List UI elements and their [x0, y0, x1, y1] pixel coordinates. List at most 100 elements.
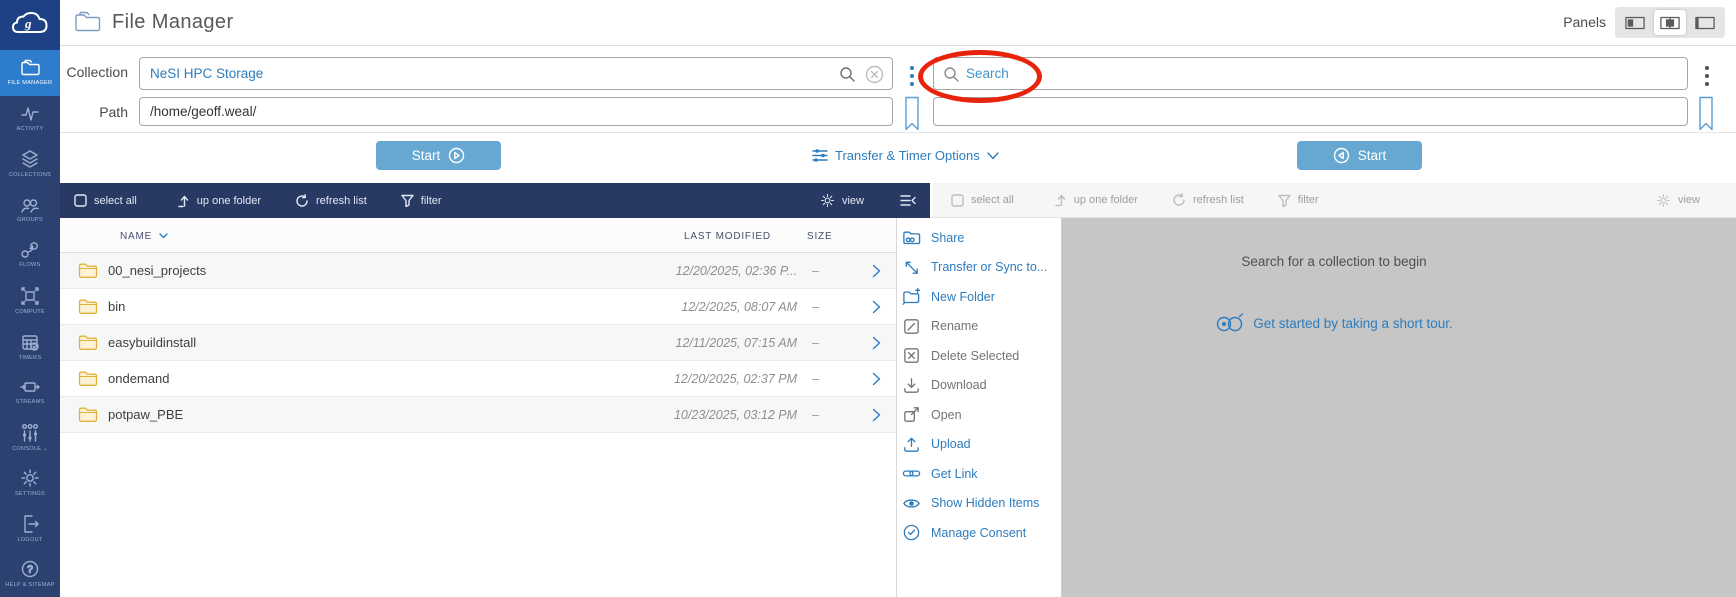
- play-right-circle-icon: [449, 147, 465, 164]
- table-row[interactable]: ondemand 12/20/2025, 02:37 PM –: [60, 361, 896, 397]
- menu-item-get-link[interactable]: Get Link: [897, 459, 1061, 489]
- tour-link[interactable]: Get started by taking a short tour.: [1209, 311, 1459, 335]
- right-path-input[interactable]: [934, 98, 1687, 125]
- menu-item-open[interactable]: Open: [897, 400, 1061, 430]
- clear-collection-icon[interactable]: [865, 65, 884, 84]
- search-icon[interactable]: [839, 66, 856, 83]
- tour-link-label: Get started by taking a short tour.: [1253, 315, 1453, 331]
- menu-item-transfer-or-sync[interactable]: Transfer or Sync to...: [897, 253, 1061, 283]
- sidebar-item-logout[interactable]: LOGOUT: [0, 506, 60, 552]
- open-icon: [904, 407, 919, 423]
- sidebar-item-compute[interactable]: COMPUTE: [0, 278, 60, 324]
- menu-item-download[interactable]: Download: [897, 371, 1061, 401]
- column-size[interactable]: SIZE: [807, 231, 832, 242]
- path-label: Path: [99, 104, 128, 120]
- console-icon: [22, 423, 38, 442]
- menu-item-label: Delete Selected: [931, 348, 1020, 363]
- view-button[interactable]: view: [1650, 192, 1706, 209]
- sidebar-item-label: LOGOUT: [17, 536, 43, 543]
- sidebar-item-collections[interactable]: COLLECTIONS: [0, 141, 60, 187]
- menu-item-upload[interactable]: Upload: [897, 430, 1061, 460]
- up-one-folder-label: up one folder: [1073, 194, 1139, 206]
- sidebar-item-groups[interactable]: GROUPS: [0, 187, 60, 233]
- globus-logo[interactable]: g: [0, 0, 60, 50]
- menu-item-label: Rename: [931, 319, 979, 334]
- right-panel-toolbar: select all up one folder refresh list fi…: [932, 183, 1736, 218]
- collapse-panel-icon[interactable]: [894, 193, 922, 208]
- last-modified: 12/2/2025, 08:07 AM: [681, 300, 797, 314]
- column-name[interactable]: NAME: [120, 231, 168, 242]
- start-button-label: Start: [411, 148, 441, 163]
- left-panel-toolbar: select all up one folder refresh list fi…: [60, 183, 930, 218]
- table-row[interactable]: potpaw_PBE 10/23/2025, 03:12 PM –: [60, 397, 896, 433]
- select-all-button[interactable]: select all: [945, 193, 1020, 208]
- start-transfer-left-button[interactable]: Start: [376, 141, 501, 170]
- filter-button[interactable]: filter: [395, 193, 448, 208]
- panel-dual-icon: [1660, 16, 1680, 29]
- folder-name: 00_nesi_projects: [108, 263, 207, 278]
- sidebar-item-label: FILE MANAGER: [7, 80, 53, 87]
- transfer-timer-options-button[interactable]: Transfer & Timer Options: [806, 141, 1005, 170]
- table-row[interactable]: easybuildinstall 12/11/2025, 07:15 AM –: [60, 325, 896, 361]
- filter-button[interactable]: filter: [1272, 193, 1325, 208]
- panels-dual-button[interactable]: [1654, 10, 1686, 35]
- path-input[interactable]: [140, 98, 892, 125]
- up-one-folder-label: up one folder: [196, 194, 262, 207]
- collection-options-kebab-icon[interactable]: [905, 62, 919, 90]
- up-one-folder-button[interactable]: up one folder: [171, 193, 267, 209]
- right-collection-search-wrapper: [933, 57, 1688, 90]
- menu-item-rename[interactable]: Rename: [897, 312, 1061, 342]
- sidebar-item-help-sitemap[interactable]: ? HELP & SITEMAP: [0, 551, 60, 597]
- logout-icon: [24, 515, 39, 533]
- collection-input[interactable]: [140, 58, 892, 89]
- start-transfer-right-button[interactable]: Start: [1297, 141, 1422, 170]
- play-left-circle-icon: [1333, 147, 1349, 164]
- refresh-list-button[interactable]: refresh list: [1166, 192, 1250, 208]
- sidebar-item-streams[interactable]: STREAMS: [0, 369, 60, 415]
- bookmark-icon[interactable]: [903, 96, 921, 132]
- menu-item-show-hidden-items[interactable]: Show Hidden Items: [897, 489, 1061, 519]
- right-collection-options-kebab-icon[interactable]: [1700, 62, 1714, 90]
- menu-item-manage-consent[interactable]: Manage Consent: [897, 518, 1061, 548]
- timers-icon: [22, 334, 39, 351]
- sidebar: g FILE MANAGER ACTIVITY COLLECTIONS GROU…: [0, 0, 60, 597]
- row-chevron-icon[interactable]: [872, 372, 881, 386]
- panels-single-right-button[interactable]: [1689, 10, 1721, 35]
- up-one-folder-button[interactable]: up one folder: [1048, 192, 1144, 208]
- table-row[interactable]: bin 12/2/2025, 08:07 AM –: [60, 289, 896, 325]
- right-path-input-wrapper: [933, 97, 1688, 126]
- globus-file-manager-screen: Search for a collection to begin Get sta…: [0, 0, 1736, 597]
- sidebar-item-timers[interactable]: TIMERS: [0, 323, 60, 369]
- collection-label: Collection: [66, 64, 128, 80]
- view-button[interactable]: view: [814, 192, 870, 209]
- sidebar-item-label: TIMERS: [18, 354, 42, 361]
- panels-single-left-button[interactable]: [1619, 10, 1651, 35]
- row-chevron-icon[interactable]: [872, 300, 881, 314]
- refresh-list-button[interactable]: refresh list: [289, 193, 373, 209]
- row-chevron-icon[interactable]: [872, 264, 881, 278]
- row-chevron-icon[interactable]: [872, 408, 881, 422]
- folder-icon: [21, 59, 40, 76]
- filter-icon: [1278, 194, 1291, 207]
- sidebar-item-settings[interactable]: SETTINGS: [0, 460, 60, 506]
- tour-icon: [1216, 313, 1244, 332]
- collection-search-input[interactable]: [934, 58, 1687, 89]
- new-folder-icon: [902, 288, 921, 306]
- select-all-button[interactable]: select all: [68, 193, 143, 208]
- menu-item-share[interactable]: Share: [897, 223, 1061, 253]
- download-icon: [904, 377, 919, 393]
- sidebar-item-flows[interactable]: FLOWS: [0, 232, 60, 278]
- activity-icon: [21, 106, 39, 121]
- menu-item-label: Upload: [931, 437, 971, 452]
- row-chevron-icon[interactable]: [872, 336, 881, 350]
- table-row[interactable]: 00_nesi_projects 12/20/2025, 02:36 P... …: [60, 253, 896, 289]
- bookmark-icon[interactable]: [1697, 96, 1715, 132]
- folder-icon: [78, 299, 98, 314]
- column-last-modified[interactable]: LAST MODIFIED: [684, 231, 771, 242]
- menu-item-new-folder[interactable]: New Folder: [897, 282, 1061, 312]
- menu-item-delete-selected[interactable]: Delete Selected: [897, 341, 1061, 371]
- sidebar-item-label: FLOWS: [19, 262, 41, 269]
- upload-icon: [904, 437, 919, 452]
- view-label: view: [841, 194, 864, 207]
- sidebar-item-console[interactable]: CONSOLE ⌄: [0, 415, 60, 461]
